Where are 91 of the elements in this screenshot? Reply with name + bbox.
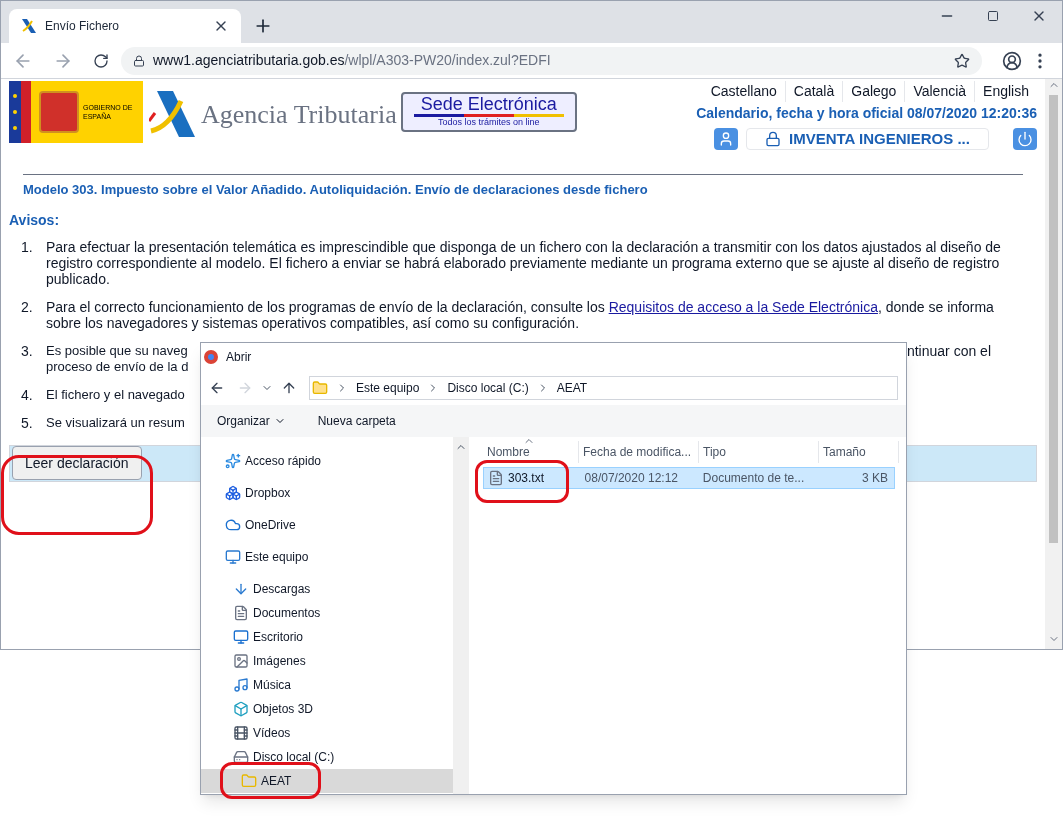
notice-text: Se visualizará un resum (46, 414, 185, 431)
user-icon[interactable] (714, 128, 738, 150)
list-number: 5. (21, 414, 34, 431)
notices-heading: Avisos: (9, 210, 61, 230)
lock-icon (765, 131, 782, 147)
column-header[interactable]: Fecha de modifica... (579, 441, 699, 463)
tab-title: Envío Fichero (45, 18, 120, 35)
file-size: 3 KB (861, 470, 889, 487)
page-title: Modelo 303. Impuesto sobre el Valor Añadido. Autoliquidación. Envío de declaraciones desde fichero (23, 181, 649, 199)
sede-title: Sede Electrónica (420, 94, 557, 114)
requirements-link[interactable]: Requisitos de acceso a la Sede Electrónica (608, 298, 878, 315)
breadcrumb-item[interactable]: Disco local (C:) (447, 379, 529, 397)
nav-item[interactable]: Disco local (C:) (201, 745, 453, 769)
folder-icon (312, 380, 328, 396)
nav-item[interactable]: Escritorio (201, 625, 453, 649)
list-number: 1. (21, 238, 34, 257)
url-host: www1.agenciatributaria.gob.es (153, 51, 345, 70)
coat-of-arms-icon (39, 91, 79, 133)
nav-item[interactable]: AEAT (201, 769, 453, 793)
breadcrumb-bar[interactable]: Este equipo Disco local (C:) AEAT (309, 376, 898, 400)
nav-item[interactable]: Música (201, 673, 453, 697)
back-icon[interactable] (209, 380, 225, 396)
language-link[interactable]: Català (784, 81, 843, 102)
nav-scrollbar[interactable] (453, 437, 469, 794)
drive-icon (233, 749, 249, 765)
list-number: 2. (21, 298, 34, 317)
maximize-icon[interactable] (987, 10, 999, 22)
nav-item[interactable]: Este equipo (201, 545, 453, 569)
desktop-icon (233, 629, 249, 645)
breadcrumb-item[interactable]: AEAT (556, 379, 588, 397)
nav-item[interactable]: Vídeos (201, 721, 453, 745)
document-icon (233, 605, 249, 621)
notice-text: proceso de envío de la d (46, 358, 189, 375)
language-link[interactable]: Galego (842, 81, 905, 102)
monitor-icon (225, 549, 241, 565)
url-path: /wlpl/A303-PW20/index.zul?EDFI (344, 51, 551, 70)
notice-text: Es posible que su naveg (46, 342, 188, 359)
language-link[interactable]: Castellano (702, 81, 785, 102)
up-icon[interactable] (281, 380, 297, 396)
user-button[interactable]: IMVENTA INGENIEROS ... (746, 128, 989, 150)
boxes-icon (225, 485, 241, 501)
list-number: 4. (21, 386, 34, 403)
file-name: 303.txt (508, 470, 545, 487)
sede-electronica-logo[interactable]: Sede Electrónica Todos los trámites on line (400, 92, 577, 132)
address-bar[interactable]: www1.agenciatributaria.gob.es/wlpl/A303-PW20/index.zul?EDFI (121, 46, 982, 75)
file-date: 08/07/2020 12:12 (583, 470, 679, 487)
column-header[interactable]: Tipo (699, 441, 819, 463)
column-header[interactable]: Tamaño (819, 441, 899, 463)
nav-item[interactable]: Descargas (201, 577, 453, 601)
nav-item[interactable]: OneDrive (201, 513, 453, 537)
folder-icon (241, 773, 257, 789)
cube-icon (233, 701, 249, 717)
notice-text: ntinuar con el (906, 342, 991, 359)
image-icon (233, 653, 249, 669)
chrome-logo-icon (204, 350, 218, 364)
nav-item[interactable]: Documentos (201, 601, 453, 625)
reload-icon[interactable] (93, 52, 109, 69)
agency-logo-icon (149, 91, 197, 137)
sede-subtitle: Todos los trámites on line (437, 117, 540, 128)
column-header[interactable]: Nombre (483, 441, 579, 463)
breadcrumb-item[interactable]: Este equipo (356, 379, 420, 397)
nav-item[interactable]: Objetos 3D (201, 697, 453, 721)
dialog-title: Abrir (226, 349, 252, 366)
official-time: Calendario, fecha y hora oficial 08/07/2020 12:20:36 (696, 104, 1037, 123)
nav-item[interactable]: Acceso rápido (201, 449, 453, 473)
notice-text: Para efectuar la presentación telemática es imprescindible que disponga de un fichero con la declaración a transmitir con los datos ajustados al diseño de registro correspondiente al modelo. El fichero a enviar se habrá elaborado previamente mediante un programa externo que se ajuste al diseño de registro publicado. (46, 238, 1001, 287)
star-icon (225, 453, 241, 469)
browser-tab[interactable]: Envío Fichero (9, 9, 241, 43)
notice-text: El fichero y el navegado (46, 386, 185, 403)
nav-item[interactable]: Imágenes (201, 649, 453, 673)
download-icon (233, 581, 249, 597)
agency-logo-icon (21, 19, 37, 33)
notice-text: Para el correcto funcionamiento de los programas de envío de la declaración, consulte los Requisitos de acceso a la Sede Electrónica, donde se informa sobre los navegadores y sistemas operativos compatibles, así como su configuración. (46, 298, 994, 331)
toolbar-button[interactable]: Organizar (217, 412, 286, 430)
profile-icon[interactable] (1002, 50, 1022, 71)
lock-icon (133, 54, 145, 67)
read-declaration-button[interactable]: Leer declaración (12, 446, 142, 480)
cloud-icon (225, 517, 241, 533)
power-icon[interactable] (1013, 128, 1037, 150)
agency-name: Agencia Tributaria (201, 99, 397, 131)
toolbar-button[interactable]: Nueva carpeta (317, 412, 396, 430)
file-type: Documento de te... (701, 470, 806, 487)
file-row[interactable]: 303.txt 08/07/2020 12:12 Documento de te... 3 KB (483, 467, 895, 489)
language-link[interactable]: Valencià (904, 81, 975, 102)
music-note-icon (233, 677, 249, 693)
text-file-icon (488, 470, 504, 486)
list-number: 3. (21, 342, 34, 361)
language-link[interactable]: English (974, 81, 1037, 102)
bookmark-star-icon[interactable] (954, 52, 970, 69)
nav-item[interactable]: Dropbox (201, 481, 453, 505)
film-icon (233, 725, 249, 741)
